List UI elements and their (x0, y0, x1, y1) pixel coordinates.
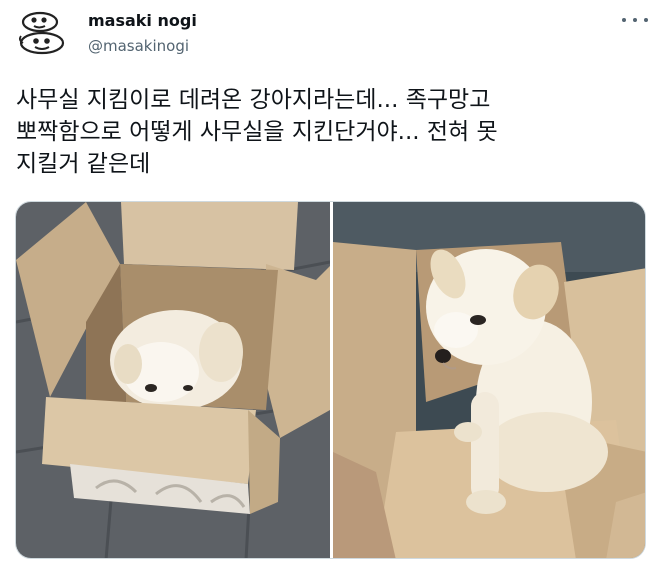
doodle-faces-avatar-icon (18, 11, 65, 55)
tweet-text-line: 지킬거 같은데 (16, 151, 151, 177)
author-display-name[interactable]: masaki nogi (88, 11, 197, 30)
photo-puppy-sitting-right[interactable] (333, 202, 646, 559)
author-handle[interactable]: @masakinogi (88, 37, 189, 55)
tweet-text-line: 사무실 지킴이로 데려온 강아지라는데... 족구망고 (16, 87, 491, 113)
more-horizontal-icon (622, 18, 626, 22)
tweet-text-line: 뽀짝함으로 어떻게 사무실을 지킨단거야... 전혀 못 (16, 119, 498, 145)
tweet-media-grid[interactable] (15, 201, 646, 559)
more-options-button[interactable] (622, 11, 648, 29)
more-dot (633, 18, 637, 22)
more-dot (644, 18, 648, 22)
avatar[interactable] (14, 10, 70, 56)
tweet-text: 사무실 지킴이로 데려온 강아지라는데... 족구망고 뽀짝함으로 어떻게 사무… (16, 84, 656, 180)
photo-puppy-in-box-left[interactable] (16, 202, 331, 559)
